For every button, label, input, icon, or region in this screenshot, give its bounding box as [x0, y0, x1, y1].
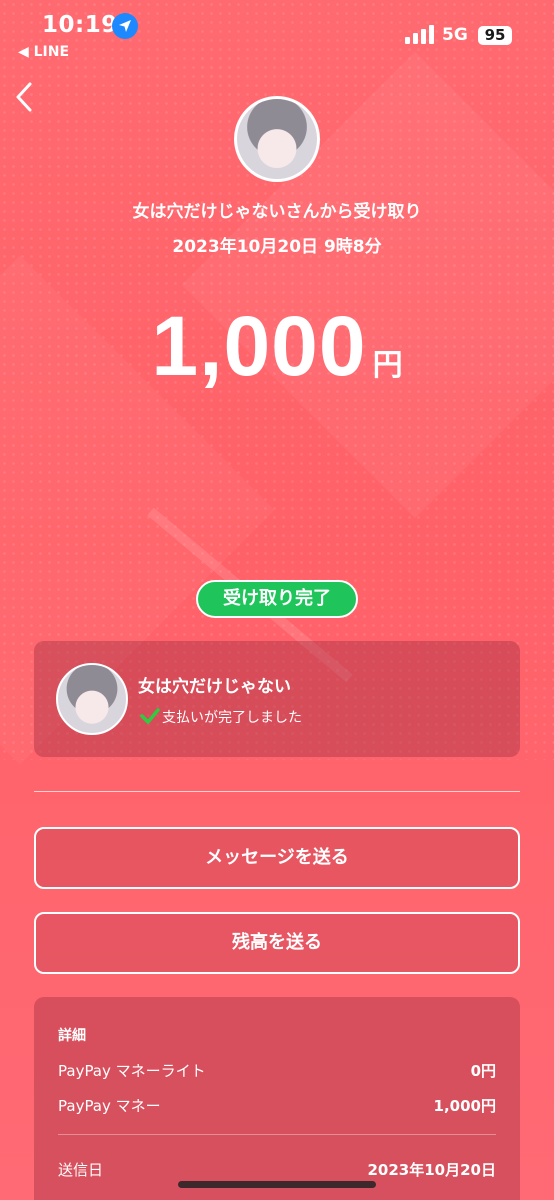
details-title: 詳細 — [58, 1028, 86, 1044]
sender-avatar — [234, 96, 320, 182]
home-indicator[interactable] — [178, 1181, 376, 1188]
detail-label: PayPay マネー — [58, 1097, 161, 1115]
check-icon — [140, 708, 160, 724]
network-type: 5G — [442, 25, 468, 45]
detail-value: 0円 — [470, 1062, 496, 1080]
divider — [58, 1134, 496, 1135]
divider — [34, 791, 520, 792]
amount-display: 1,000 円 — [0, 298, 554, 395]
detail-label: PayPay マネーライト — [58, 1062, 206, 1080]
recipient-card: 女は穴だけじゃない 支払いが完了しました — [34, 641, 520, 757]
detail-value: 1,000円 — [433, 1097, 496, 1115]
detail-value: 2023年10月20日 — [367, 1161, 497, 1179]
status-time: 10:19 — [42, 12, 118, 38]
detail-label: 送信日 — [58, 1161, 104, 1179]
signal-icon — [405, 24, 435, 44]
payment-status: 支払いが完了しました — [162, 710, 302, 726]
battery-icon: 95 — [478, 26, 512, 45]
back-to-app-link[interactable]: ◀ LINE — [18, 44, 69, 60]
amount-value: 1,000 — [151, 299, 367, 393]
chevron-left-icon — [16, 82, 32, 112]
send-message-button[interactable]: メッセージを送る — [34, 827, 520, 889]
transaction-datetime: 2023年10月20日 9時8分 — [172, 237, 382, 257]
status-badge: 受け取り完了 — [196, 580, 358, 618]
details-card: 詳細 PayPay マネーライト 0円 PayPay マネー 1,000円 送信… — [34, 997, 520, 1200]
back-button[interactable] — [10, 80, 40, 114]
currency-label: 円 — [372, 348, 403, 383]
avatar — [56, 663, 128, 735]
status-bar: 10:19 ◀ LINE 5G 95 — [0, 0, 554, 66]
sender-description: 女は穴だけじゃないさんから受け取り — [132, 202, 422, 222]
recipient-name: 女は穴だけじゃない — [138, 677, 291, 697]
location-arrow-icon — [112, 13, 138, 39]
send-balance-button[interactable]: 残高を送る — [34, 912, 520, 974]
